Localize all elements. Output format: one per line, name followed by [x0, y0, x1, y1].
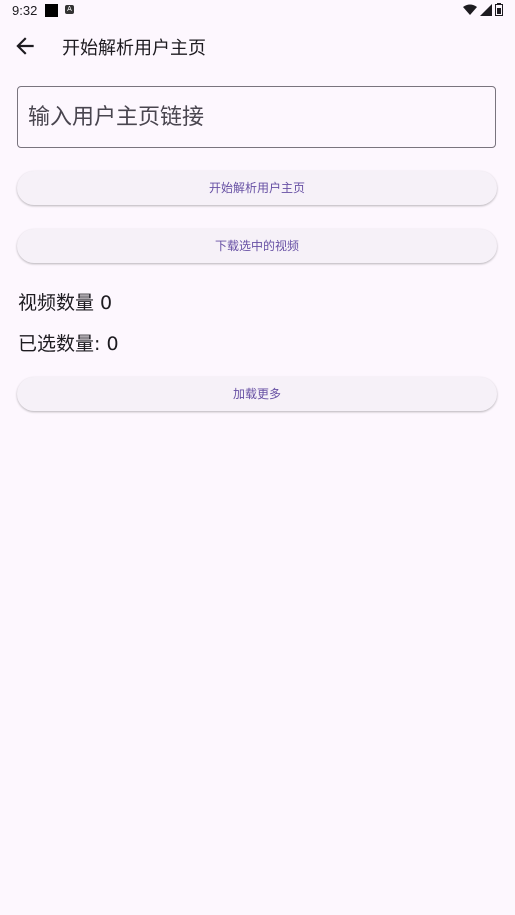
- page-title: 开始解析用户主页: [62, 38, 206, 59]
- battery-icon: [495, 3, 503, 16]
- status-bar: 9:32 A: [0, 0, 515, 22]
- load-more-button[interactable]: 加载更多: [17, 377, 497, 411]
- app-bar: 开始解析用户主页: [0, 28, 515, 64]
- arrow-back-icon[interactable]: [12, 33, 38, 59]
- parse-profile-button[interactable]: 开始解析用户主页: [17, 171, 497, 205]
- wifi-icon: [463, 4, 477, 15]
- selected-count-label: 已选数量: 0: [18, 333, 119, 355]
- profile-url-input[interactable]: [18, 87, 495, 147]
- profile-url-field[interactable]: [17, 86, 496, 148]
- status-time: 9:32: [12, 3, 38, 18]
- download-selected-button[interactable]: 下载选中的视频: [17, 229, 497, 263]
- notification-square-icon: [45, 4, 58, 17]
- signal-icon: [480, 3, 492, 16]
- video-count-label: 视频数量 0: [18, 292, 113, 314]
- status-icons: [463, 3, 503, 16]
- a-badge-icon: A: [65, 5, 74, 14]
